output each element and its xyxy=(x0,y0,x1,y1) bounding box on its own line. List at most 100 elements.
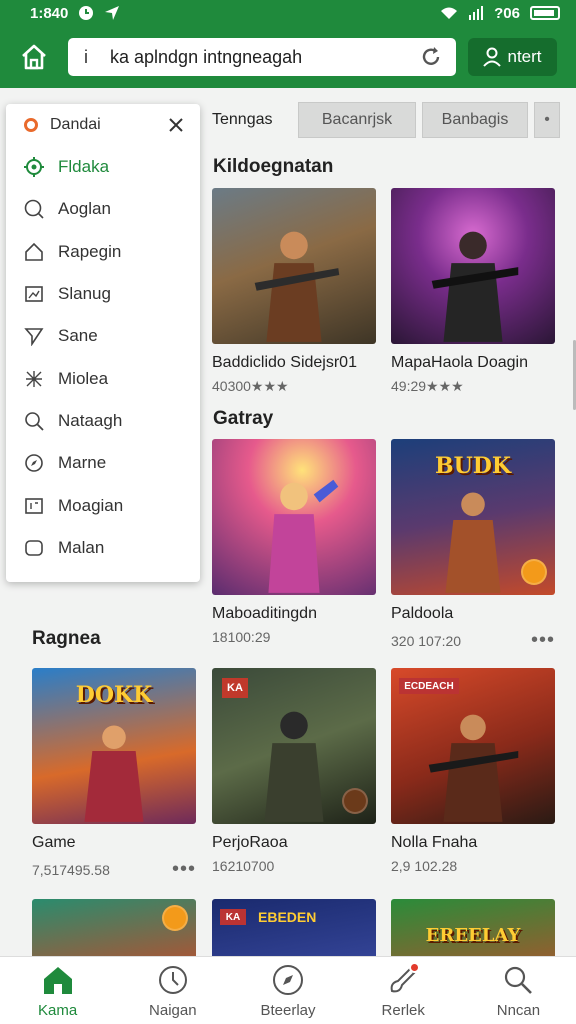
search-icon xyxy=(505,966,533,994)
send-icon xyxy=(24,328,44,347)
section-title-3: Ragnea xyxy=(32,628,101,649)
game-tag: ECDEACH xyxy=(399,678,459,694)
bottom-nav: Kama Naigan Bteerlay Rerlek Nncan xyxy=(0,956,576,1024)
circle-dot-icon xyxy=(24,118,38,132)
nav-label: Naigan xyxy=(149,1002,197,1019)
game-thumbnail[interactable] xyxy=(391,188,555,344)
menu-item-0[interactable]: Fldaka xyxy=(6,146,200,188)
game-thumbnail[interactable]: BUDK xyxy=(391,439,555,595)
soldier-figure-icon xyxy=(431,232,519,343)
menu-item-5[interactable]: Miolea xyxy=(6,357,200,399)
menu-item-label: Fldaka xyxy=(58,157,110,177)
wifi-icon xyxy=(441,7,458,19)
nav-label: Nncan xyxy=(496,1002,541,1019)
url-input[interactable] xyxy=(110,46,418,68)
tab-more-dot[interactable]: • xyxy=(534,102,560,138)
menu-item-2[interactable]: Rapegin xyxy=(6,231,200,273)
nav-item-bteerlay[interactable]: Bteerlay xyxy=(230,957,345,1024)
badge-icon xyxy=(342,788,368,814)
home-button[interactable] xyxy=(16,39,52,75)
url-bar[interactable]: i xyxy=(68,38,456,76)
section-title-1: Kildoegnatan xyxy=(213,156,334,177)
game-card[interactable]: DOKK Game 7,517495.58 ••• xyxy=(32,668,196,881)
badge-icon xyxy=(521,559,547,585)
menu-item-label: Aoglan xyxy=(58,199,111,219)
alarm-icon xyxy=(79,6,94,20)
game-card[interactable]: Maboaditingdn 18100:29 xyxy=(212,439,376,645)
more-options-icon[interactable]: ••• xyxy=(172,858,196,881)
compass-icon xyxy=(25,454,43,473)
signin-label: ntert xyxy=(507,47,542,66)
section-title-2: Gatray xyxy=(213,408,274,429)
signin-button[interactable]: ntert xyxy=(468,38,557,76)
signal-icon xyxy=(469,6,484,20)
nav-item-home[interactable]: Kama xyxy=(0,957,115,1024)
status-time: 1:840 xyxy=(30,4,69,22)
soldier-figure-icon xyxy=(445,492,501,594)
soldier-figure-icon xyxy=(264,712,324,823)
menu-item-1[interactable]: Aoglan xyxy=(6,188,200,230)
card-title: Maboaditingdn xyxy=(212,605,317,622)
hero-figure-icon xyxy=(268,480,339,594)
tab-chip-1[interactable]: Bacanrjsk xyxy=(298,102,416,138)
grid-icon xyxy=(25,497,43,514)
game-thumbnail[interactable]: ECDEACH xyxy=(391,668,555,824)
search-icon xyxy=(25,412,44,431)
game-card[interactable]: MapaHaola Doagin 49:29★★★ xyxy=(391,188,555,395)
target-icon xyxy=(24,157,44,178)
game-thumbnail[interactable] xyxy=(212,439,376,595)
menu-item-4[interactable]: Sane xyxy=(6,315,200,357)
close-icon xyxy=(169,118,183,132)
reload-icon xyxy=(422,47,440,65)
menu-item-label: Nataagh xyxy=(58,410,123,430)
more-options-icon[interactable]: ••• xyxy=(531,629,555,652)
menu-item-label: Miolea xyxy=(58,368,109,388)
game-thumbnail[interactable]: KA xyxy=(212,668,376,824)
badge-icon xyxy=(162,905,188,931)
info-icon[interactable]: i xyxy=(84,47,110,68)
menu-item-3[interactable]: Slanug xyxy=(6,273,200,315)
nav-label: Kama xyxy=(38,1002,78,1019)
nav-item-nncan[interactable]: Nncan xyxy=(461,957,576,1024)
close-button[interactable] xyxy=(166,115,186,135)
menu-item-7[interactable]: Marne xyxy=(6,442,200,484)
nav-item-naigan[interactable]: Naigan xyxy=(115,957,230,1024)
game-thumbnail[interactable] xyxy=(212,188,376,344)
card-meta: 7,517495.58 xyxy=(32,861,110,878)
status-bar: 1:840 ?06 xyxy=(0,0,576,26)
card-title: Paldoola xyxy=(391,605,454,622)
game-tag: KA xyxy=(222,678,248,698)
game-card[interactable]: Baddiclido Sidejsr01 40300★★★ xyxy=(212,188,376,395)
menu-item-label: Marne xyxy=(58,453,107,473)
battery-icon xyxy=(530,6,560,20)
tab-chip-2[interactable]: Banbagis xyxy=(422,102,528,138)
category-tabs: Tenngas Bacanrjsk Banbagis • xyxy=(200,100,576,140)
card-meta: 16210700 xyxy=(212,858,275,874)
image-icon xyxy=(25,286,43,302)
reload-button[interactable] xyxy=(418,44,444,70)
notification-dot xyxy=(409,962,421,973)
clock-icon xyxy=(158,966,187,994)
menu-item-6[interactable]: Nataagh xyxy=(6,400,200,442)
menu-item-8[interactable]: Moagian xyxy=(6,484,200,526)
battery-text: ?06 xyxy=(494,4,520,22)
user-icon xyxy=(483,47,502,67)
game-tag: KA xyxy=(220,909,246,925)
menu-header: Dandai xyxy=(6,104,200,146)
navigation-arrow-icon xyxy=(105,6,120,20)
card-meta: 2,9 102.28 xyxy=(391,858,458,874)
game-thumbnail[interactable]: DOKK xyxy=(32,668,196,824)
menu-header-label: Dandai xyxy=(50,116,101,133)
tab-tenngas[interactable]: Tenngas xyxy=(212,111,292,129)
menu-item-label: Malan xyxy=(58,537,105,557)
game-card[interactable]: ECDEACH Nolla Fnaha 2,9 102.28 xyxy=(391,668,555,874)
home-icon xyxy=(43,967,72,994)
game-logo: EBEDEN xyxy=(258,909,317,925)
card-title: Baddiclido Sidejsr01 xyxy=(212,354,357,371)
soldier-figure-icon xyxy=(428,714,519,823)
game-card[interactable]: BUDK Paldoola 320 107:20 ••• xyxy=(391,439,555,652)
menu-item-9[interactable]: Malan xyxy=(6,527,200,569)
nav-item-rerlek[interactable]: Rerlek xyxy=(346,957,461,1024)
home-icon xyxy=(22,44,46,70)
game-card[interactable]: KA PerjoRaoa 16210700 xyxy=(212,668,376,874)
